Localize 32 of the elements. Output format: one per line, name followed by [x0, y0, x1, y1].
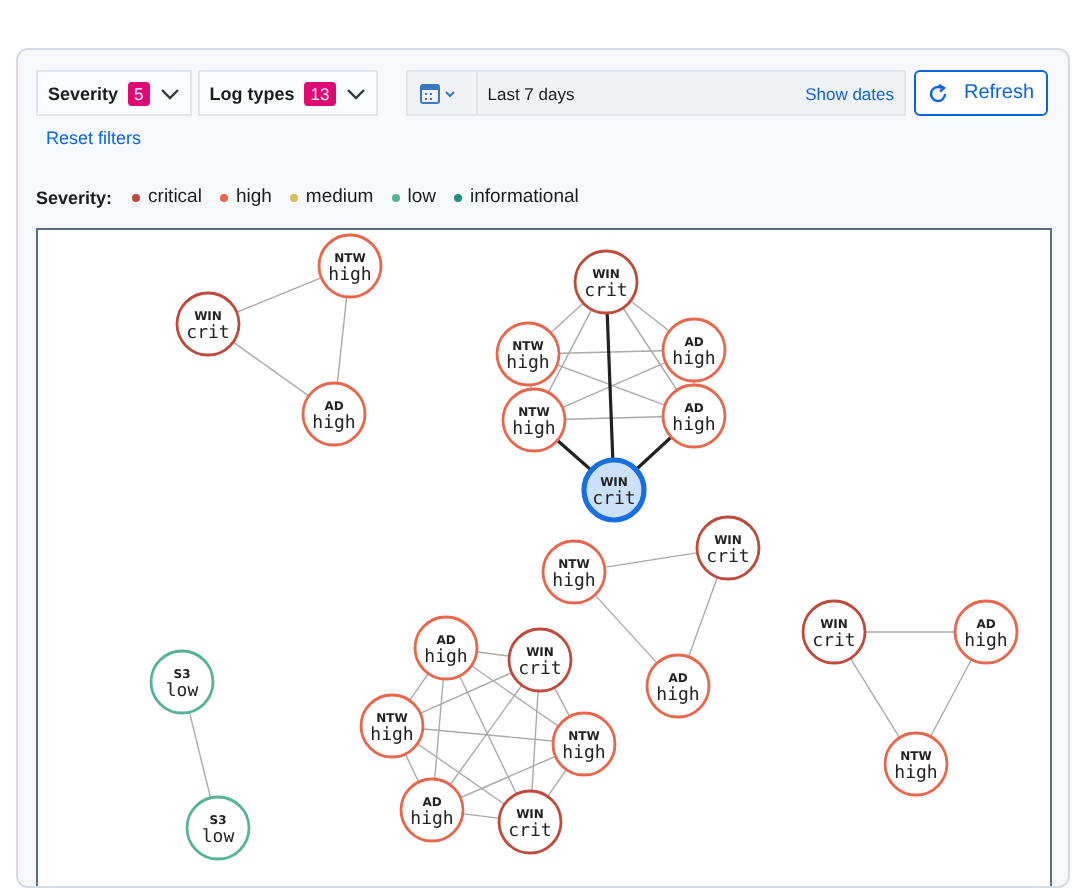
edge-line	[930, 659, 972, 737]
refresh-icon	[928, 83, 948, 103]
caret-icon	[159, 87, 180, 99]
caret-icon	[345, 87, 366, 99]
edge-line	[636, 436, 672, 470]
refresh-button[interactable]: Refresh	[914, 70, 1048, 116]
filter-button[interactable]: Log types 13	[197, 70, 378, 116]
legend-label: low	[407, 186, 436, 208]
date-picker[interactable]: Last 7 days Show dates	[405, 70, 906, 116]
show-dates-link[interactable]: Show dates	[805, 83, 894, 103]
legend-label: informational	[469, 186, 579, 208]
edge-line	[850, 658, 900, 738]
edge-line	[557, 439, 591, 471]
legend-label: high	[235, 186, 272, 208]
legend-label: critical	[148, 186, 202, 208]
edge-line	[688, 577, 718, 657]
filter-button[interactable]: Severity 5	[36, 70, 192, 116]
count-badge: 13	[304, 81, 336, 105]
edge-line	[477, 651, 509, 657]
edge-line	[336, 297, 348, 383]
legend-title: Severity:	[36, 187, 113, 207]
edge-line	[463, 813, 499, 819]
date-range-text: Last 7 days	[487, 83, 577, 103]
reset-filters-link[interactable]: Reset filters	[46, 128, 142, 148]
edge-line	[236, 277, 322, 313]
edge-line	[188, 712, 212, 798]
legend-label: medium	[305, 186, 374, 208]
edge-line	[604, 552, 698, 568]
edge-line	[865, 631, 955, 633]
edge-line	[594, 594, 658, 664]
count-badge: 5	[128, 81, 150, 105]
edge-line	[233, 341, 309, 397]
